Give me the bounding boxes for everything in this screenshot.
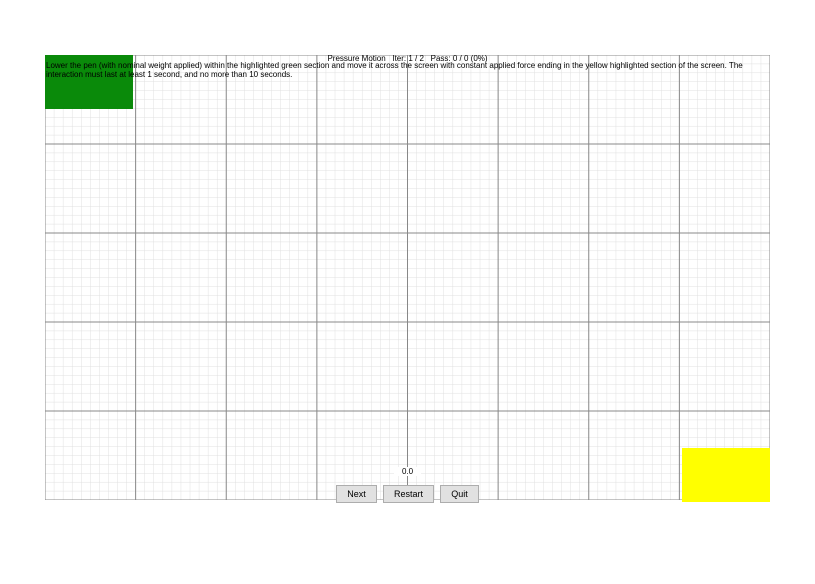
restart-button[interactable]: Restart (383, 485, 434, 503)
grid-canvas[interactable] (45, 55, 770, 500)
button-bar: Next Restart Quit (0, 485, 815, 503)
next-button[interactable]: Next (336, 485, 377, 503)
pressure-value-row: 0.0 (0, 467, 815, 476)
instructions-text: Lower the pen (with nominal weight appli… (46, 61, 769, 79)
grid-svg (45, 55, 770, 500)
quit-button[interactable]: Quit (440, 485, 479, 503)
pressure-value: 0.0 (394, 467, 421, 476)
